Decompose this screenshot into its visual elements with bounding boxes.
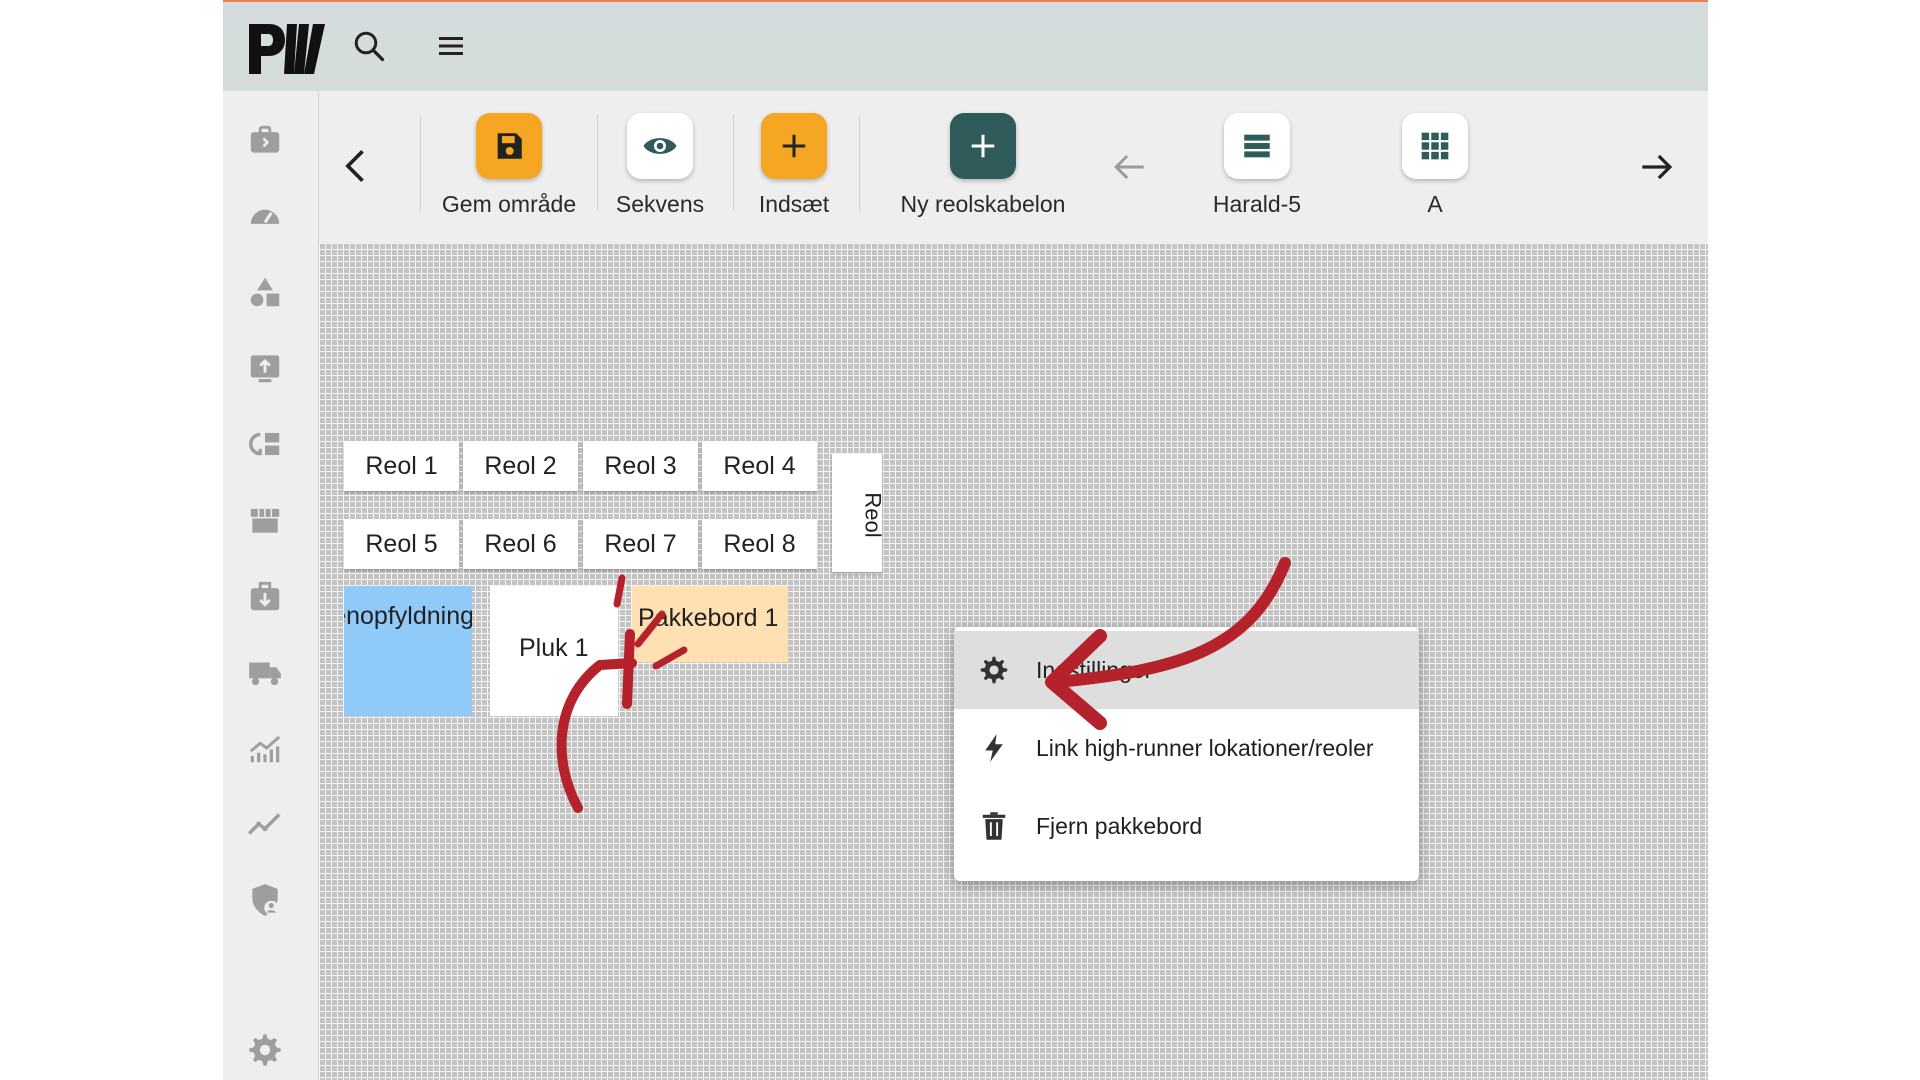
toolbar-divider — [420, 115, 421, 211]
toolbar-divider — [733, 115, 734, 211]
truck-icon[interactable] — [246, 653, 284, 691]
sequence-label: Sekvens — [615, 191, 705, 217]
speedometer-icon[interactable] — [246, 197, 284, 235]
bar-chart-icon[interactable] — [246, 729, 284, 767]
menu-link-label: Link high-runner lokationer/reoler — [1036, 734, 1374, 761]
settings-icon[interactable] — [246, 1031, 284, 1069]
sequence-button[interactable]: Sekvens — [605, 113, 715, 218]
harald-5-label: Harald-5 — [1212, 191, 1302, 217]
zone-packing-table-1[interactable]: Pakkebord 1 — [632, 586, 788, 662]
plus-icon — [782, 134, 806, 158]
save-icon — [497, 133, 522, 159]
toolbar-divider — [859, 115, 860, 211]
menu-icon[interactable] — [433, 28, 469, 64]
sequence-button-tile[interactable] — [627, 113, 693, 179]
save-button-tile[interactable] — [476, 113, 542, 179]
new-shelf-template-label: Ny reolskabelon — [900, 191, 1066, 217]
vertical-shelf-label: Reol — [860, 492, 882, 538]
arrow-right-icon[interactable] — [1635, 145, 1679, 189]
shapes-icon[interactable] — [246, 273, 284, 311]
new-shelf-template-button[interactable]: Ny reolskabelon — [879, 113, 1087, 218]
eye-icon — [643, 138, 677, 154]
grid-icon — [1421, 132, 1449, 160]
top-bar — [223, 0, 1708, 91]
insert-label: Indsæt — [758, 191, 830, 217]
shelf-harald-5-button[interactable]: Harald-5 — [1189, 113, 1325, 218]
settings-icon — [976, 652, 1012, 688]
insert-button[interactable]: Indsæt — [743, 113, 845, 218]
shelf-reol-4[interactable]: Reol 4 — [702, 441, 817, 491]
toolbar: Gem område Sekvens Indsæt Ny reolskabelo… — [319, 91, 1708, 243]
shelf-reol-5[interactable]: Reol 5 — [344, 519, 459, 569]
layout-icon[interactable] — [246, 425, 284, 463]
sidebar — [223, 91, 319, 1080]
refill-zone-label: Genopfyldning — [344, 602, 472, 630]
shelf-reol-7[interactable]: Reol 7 — [583, 519, 698, 569]
shelf-reol-2[interactable]: Reol 2 — [463, 441, 578, 491]
arrow-left-icon[interactable] — [1107, 145, 1151, 189]
menu-item-link-high-runner[interactable]: Link high-runner lokationer/reoler — [954, 709, 1419, 787]
warehouse-canvas[interactable]: Reol 1 Reol 2 Reol 3 Reol 4 Reol 5 Reol … — [319, 243, 1708, 1080]
menu-settings-label: Indstillinger — [1036, 656, 1153, 683]
menu-item-settings[interactable]: Indstillinger — [954, 631, 1419, 709]
context-menu: Indstillinger Link high-runner lokatione… — [954, 627, 1419, 881]
plus-icon — [971, 134, 995, 158]
menu-item-remove-packing-table[interactable]: Fjern pakkebord — [954, 787, 1419, 865]
app-window: Gem område Sekvens Indsæt Ny reolskabelo… — [223, 0, 1708, 1080]
packing-zone-label: Pakkebord 1 — [638, 604, 779, 632]
lightning-icon — [976, 730, 1012, 766]
save-area-label: Gem område — [441, 191, 577, 217]
harald-button-tile[interactable] — [1224, 113, 1290, 179]
download-icon[interactable] — [246, 577, 284, 615]
chevron-left-icon[interactable] — [335, 144, 379, 188]
store-icon[interactable] — [246, 501, 284, 539]
trash-icon — [976, 808, 1012, 844]
search-icon[interactable] — [351, 28, 387, 64]
shelf-vertical[interactable]: Reol — [832, 454, 882, 572]
trend-icon[interactable] — [246, 805, 284, 843]
menu-remove-label: Fjern pakkebord — [1036, 812, 1203, 839]
insert-button-tile[interactable] — [761, 113, 827, 179]
upload-icon[interactable] — [246, 349, 284, 387]
shelf-reol-1[interactable]: Reol 1 — [344, 441, 459, 491]
shelf-reol-8[interactable]: Reol 8 — [702, 519, 817, 569]
briefcase-icon[interactable] — [246, 121, 284, 159]
toolbar-divider — [597, 115, 598, 211]
shield-user-icon[interactable] — [246, 881, 284, 919]
pick-zone-label: Pluk 1 — [519, 634, 589, 662]
zone-pick-1[interactable]: Pluk 1 — [490, 586, 618, 716]
a-label: A — [1427, 191, 1443, 217]
shelf-reol-6[interactable]: Reol 6 — [463, 519, 578, 569]
zone-refill[interactable]: Genopfyldning — [344, 586, 472, 716]
shelf-reol-3[interactable]: Reol 3 — [583, 441, 698, 491]
save-area-button[interactable]: Gem område — [435, 113, 583, 218]
shelf-a-button[interactable]: A — [1367, 113, 1503, 218]
app-logo[interactable] — [247, 20, 331, 76]
a-button-tile[interactable] — [1402, 113, 1468, 179]
list-icon — [1244, 134, 1270, 158]
new-template-button-tile[interactable] — [950, 113, 1016, 179]
